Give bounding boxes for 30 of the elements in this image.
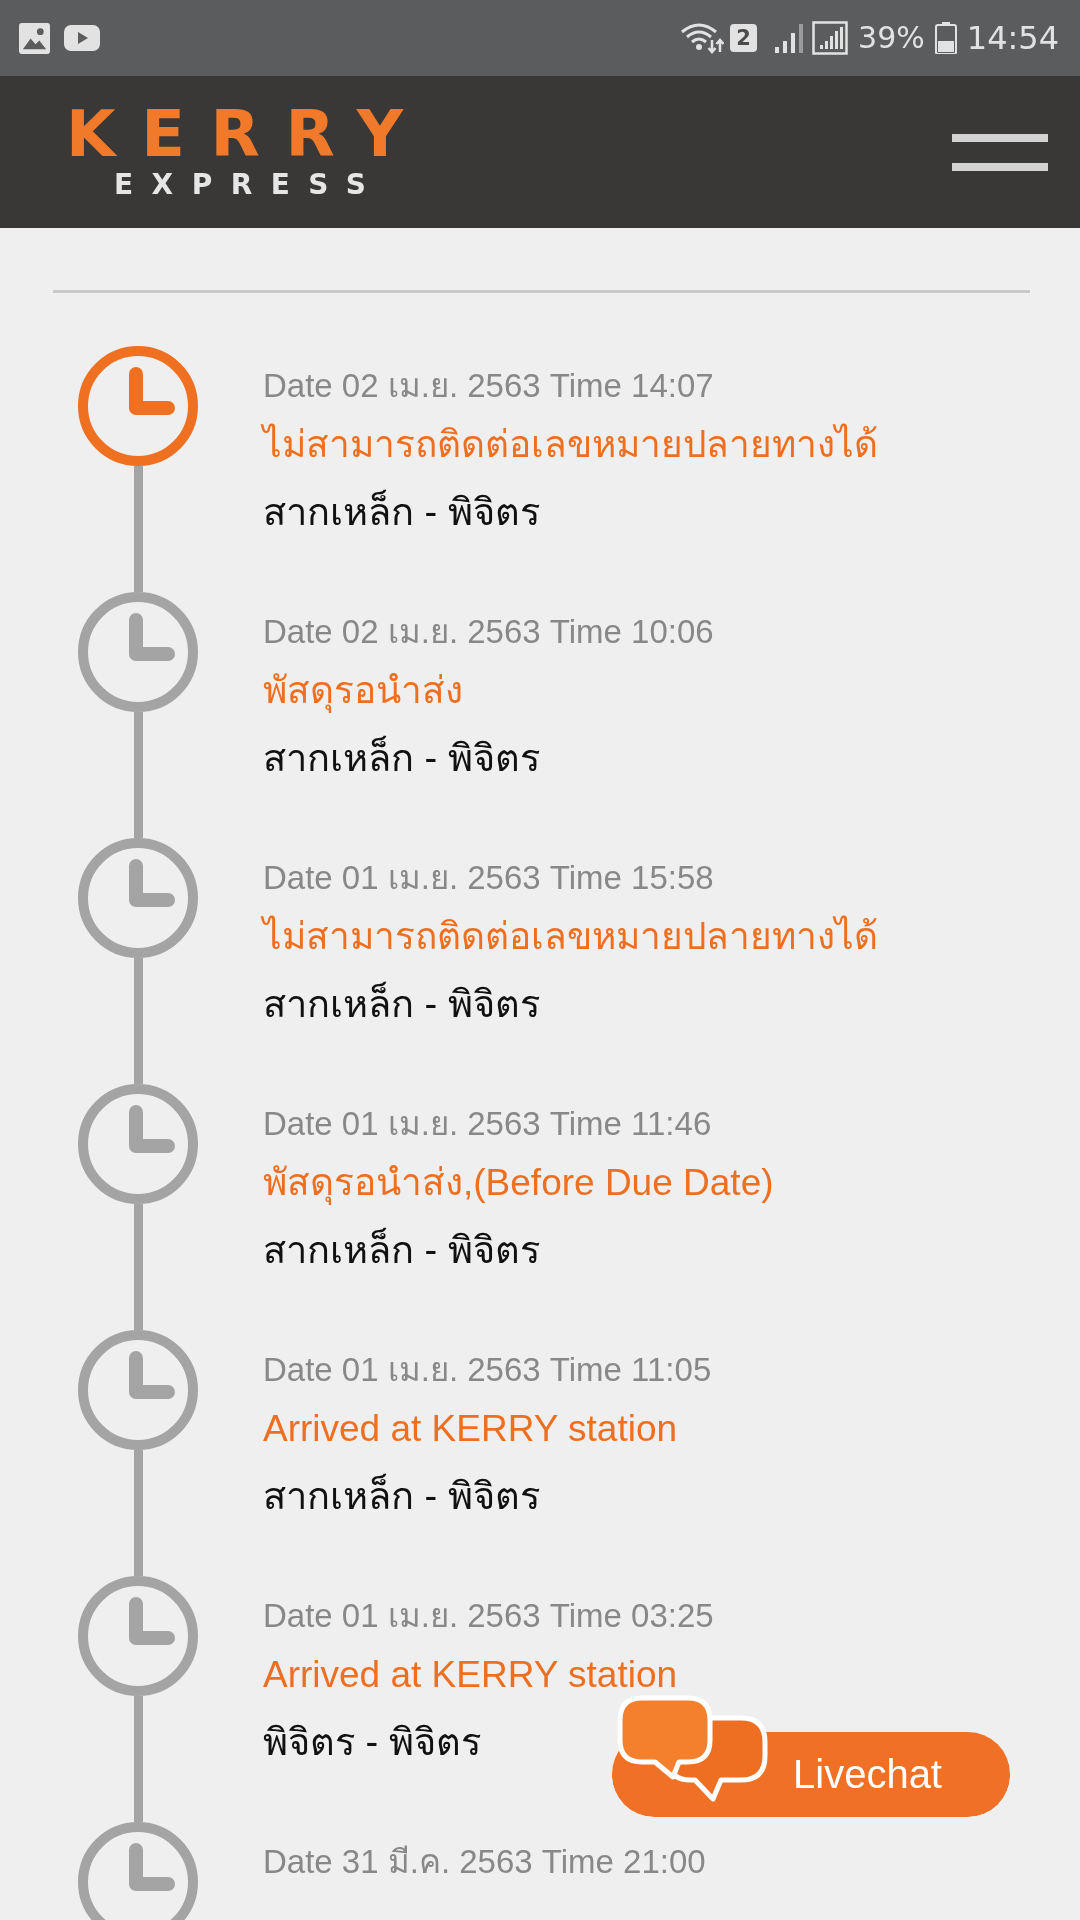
chat-bubbles-icon [617, 1695, 768, 1803]
logo-tagline: EXPRESS [114, 172, 385, 198]
event-datetime: Date 31 มี.ค. 2563 Time 21:00 [263, 1843, 706, 1881]
event-location: สากเหล็ก - พิจิตร [263, 734, 540, 781]
livechat-button[interactable]: Livechat [612, 1695, 1010, 1817]
event-location: สากเหล็ก - พิจิตร [263, 488, 540, 535]
event-datetime: Date 01 เม.ย. 2563 Time 11:05 [263, 1351, 712, 1389]
image-icon [19, 22, 50, 54]
event-datetime: Date 02 เม.ย. 2563 Time 14:07 [263, 367, 714, 405]
event-location: สากเหล็ก - พิจิตร [263, 980, 540, 1027]
wifi-icon [680, 22, 725, 54]
event-datetime: Date 01 เม.ย. 2563 Time 11:46 [263, 1105, 712, 1143]
event-location: สากเหล็ก - พิจิตร [263, 1226, 540, 1273]
event-status: พัสดุรอนำส่ง,(Before Due Date) [263, 1161, 774, 1207]
menu-icon [952, 133, 1048, 171]
battery-percent: 39% [858, 23, 925, 53]
sim-slot-badge: 2 [730, 24, 758, 52]
clock-time: 14:54 [966, 22, 1059, 54]
signal-icon [812, 21, 849, 55]
event-status: Arrived at KERRY station [263, 1407, 678, 1451]
battery-icon [934, 22, 957, 54]
event-status: พัสดุรอนำส่ง [263, 669, 463, 715]
event-datetime: Date 02 เม.ย. 2563 Time 10:06 [263, 613, 714, 651]
event-datetime: Date 01 เม.ย. 2563 Time 03:25 [263, 1597, 714, 1635]
event-datetime: Date 01 เม.ย. 2563 Time 15:58 [263, 859, 714, 897]
video-play-icon [64, 25, 100, 51]
event-location: พิจิตร - พิจิตร [263, 1720, 481, 1765]
logo-wordmark[interactable]: KERRY [66, 106, 429, 162]
event-status: Arrived at KERRY station [263, 1653, 678, 1697]
event-location: สากเหล็ก - พิจิตร [263, 1472, 540, 1519]
